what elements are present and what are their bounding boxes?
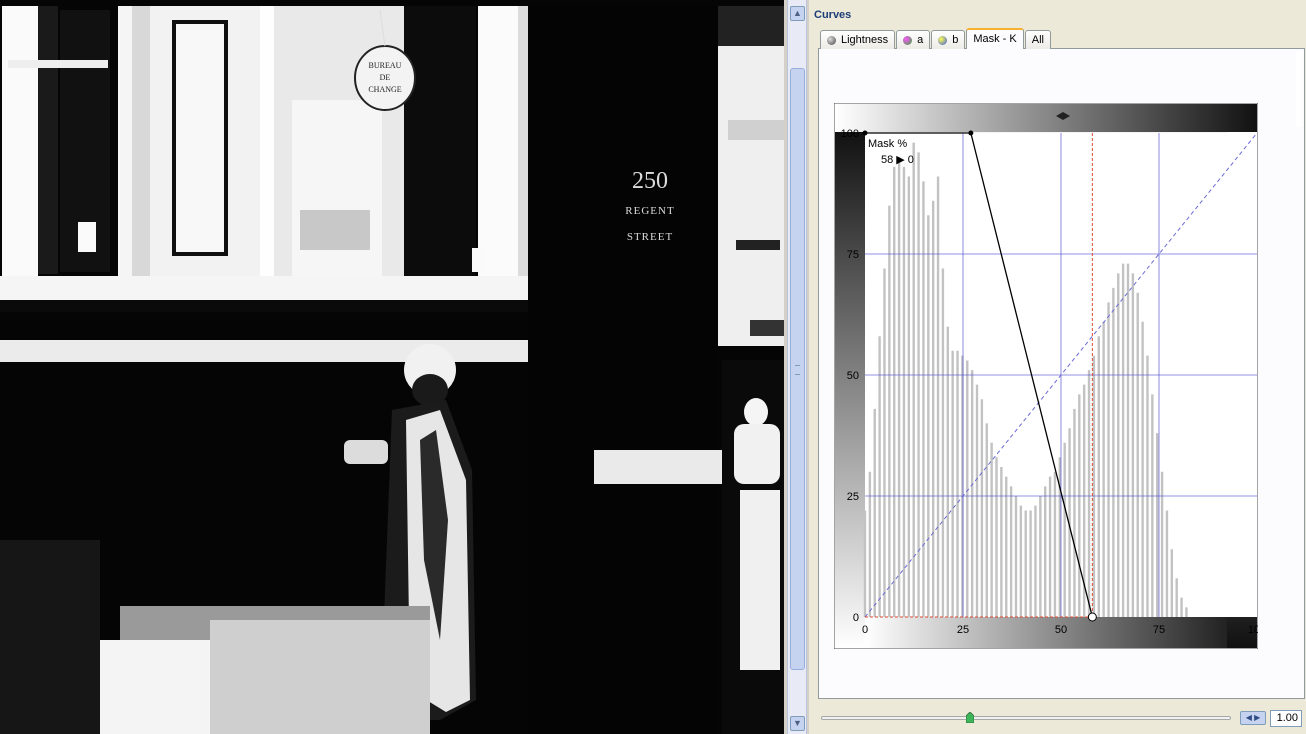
lightness-channel-icon	[827, 35, 836, 45]
address-street-2: STREET	[627, 231, 673, 243]
scroll-up-button[interactable]: ▲	[790, 6, 805, 21]
image-canvas[interactable]: BUREAU DE CHANGE 250 REGENT STREET	[0, 0, 784, 734]
chevron-left-icon[interactable]: ◀	[1246, 713, 1252, 722]
sign-line-1: BUREAU	[369, 61, 402, 70]
grip-icon	[795, 365, 800, 375]
sign-line-2: DE	[380, 73, 391, 82]
address-street-1: REGENT	[625, 205, 674, 217]
x-tick-label: 75	[1153, 624, 1165, 636]
y-tick-label: 75	[847, 249, 859, 261]
x-tick-label: 25	[957, 624, 969, 636]
x-tick-label: 0	[862, 624, 868, 636]
step-buttons[interactable]: ◀ ▶	[1240, 711, 1266, 725]
gamma-value-field[interactable]: 1.00	[1270, 710, 1302, 727]
chevron-down-icon: ▼	[793, 718, 802, 728]
left-gradient-bar	[835, 132, 865, 648]
y-tick-label: 0	[853, 612, 859, 624]
a-channel-icon	[903, 35, 913, 45]
gamma-slider[interactable]	[821, 712, 1231, 723]
y-tick-label: 100	[841, 128, 859, 140]
panel-scrollbar[interactable]: ▲ ▼	[787, 0, 807, 734]
curve-graph[interactable]: 00 25 25 50 50 75 75 100 100 Mask % 58 ▶ 0	[833, 102, 1266, 652]
curve-point[interactable]	[862, 130, 868, 136]
y-tick-label: 25	[847, 491, 859, 503]
panel-title: Curves	[814, 9, 852, 21]
top-gradient-bar	[835, 104, 1257, 132]
y-tick-label: 50	[847, 370, 859, 382]
curve-graph-svg[interactable]: 00 25 25 50 50 75 75 100 100 Mask % 58 ▶ 0	[833, 102, 1266, 650]
x-tick-label: 50	[1055, 624, 1067, 636]
b-channel-icon	[938, 35, 948, 45]
tab-a[interactable]: a	[896, 30, 931, 49]
curve-point[interactable]	[968, 130, 974, 136]
scroll-thumb[interactable]	[790, 68, 805, 670]
sign-line-3: CHANGE	[368, 85, 401, 94]
tab-page: 00 25 25 50 50 75 75 100 100 Mask % 58 ▶ 0	[818, 48, 1305, 699]
channel-tabs: Lightness a b Mask - K All	[820, 28, 1052, 49]
tab-label: b	[952, 33, 959, 46]
tab-b[interactable]: b	[931, 30, 966, 49]
slider-thumb[interactable]	[965, 712, 974, 723]
scroll-down-button[interactable]: ▼	[790, 716, 805, 731]
x-tick-label: 100	[1248, 624, 1258, 636]
tab-mask-k[interactable]: Mask - K	[966, 28, 1024, 49]
selected-curve-point[interactable]	[1087, 612, 1097, 622]
address-number: 250	[632, 168, 668, 194]
chevron-right-icon[interactable]: ▶	[1254, 713, 1260, 722]
curves-panel: Curves 0 0 25 25 50 50 75 75 10 100 Mask…	[809, 0, 1306, 734]
tab-label: a	[917, 33, 924, 46]
inner-scrollbar[interactable]	[1296, 51, 1302, 127]
tab-lightness[interactable]: Lightness	[820, 30, 896, 49]
tab-label: Lightness	[841, 33, 889, 46]
tab-label: All	[1031, 33, 1044, 46]
tab-all[interactable]: All	[1024, 30, 1051, 49]
channel-label: Mask %	[868, 138, 907, 150]
chevron-up-icon: ▲	[793, 8, 802, 18]
tab-label: Mask - K	[973, 33, 1017, 45]
photo-preview: BUREAU DE CHANGE 250 REGENT STREET	[0, 0, 784, 734]
value-readout: 58 ▶ 0	[881, 154, 914, 166]
